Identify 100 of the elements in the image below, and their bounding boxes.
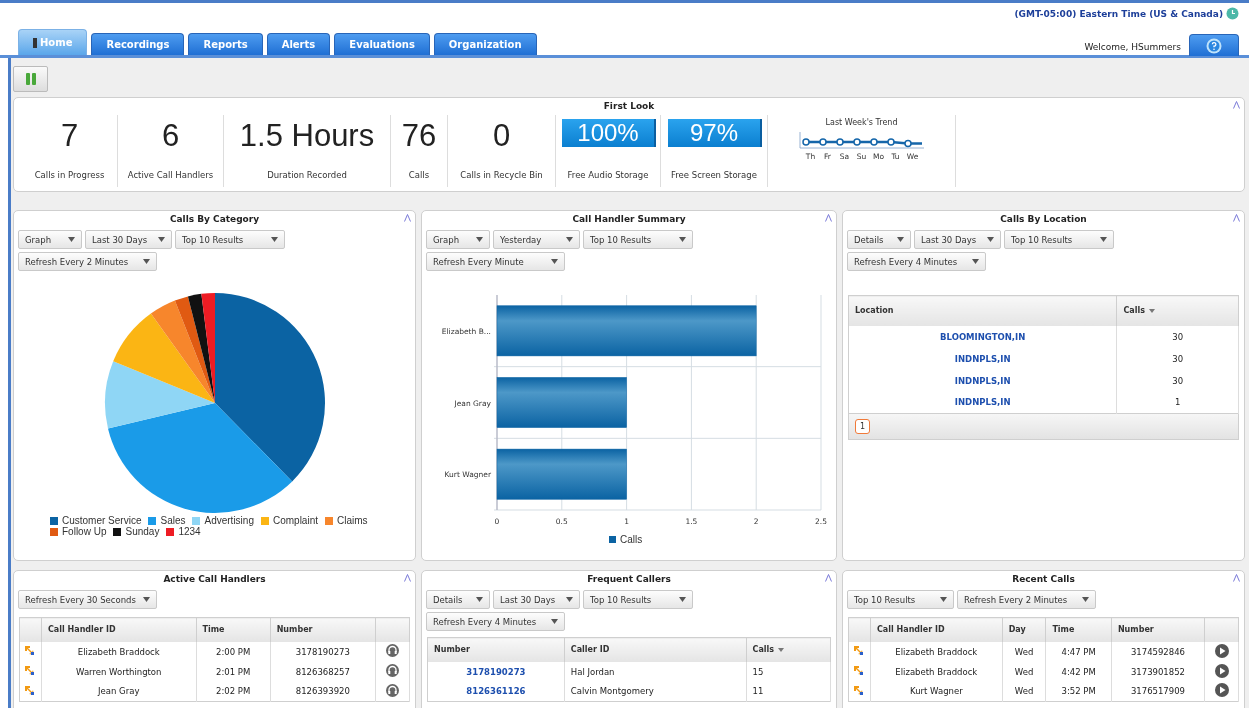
nav-tab[interactable]: Evaluations: [334, 33, 430, 55]
table-cell: 3173901852: [1111, 661, 1205, 682]
filter-dropdown[interactable]: Top 10 Results: [583, 230, 693, 249]
panel-title: Calls By Category: [168, 213, 261, 226]
arrow-icon: [853, 684, 864, 696]
table-link[interactable]: INDNPLS,IN: [848, 347, 1117, 370]
stat-value: 76: [401, 118, 437, 154]
panel-title: Recent Calls: [1011, 573, 1076, 586]
sort-icon: [778, 648, 785, 653]
table-cell: 3:52 PM: [1045, 681, 1112, 702]
column-header[interactable]: Caller ID: [564, 637, 747, 662]
play-icon[interactable]: [1214, 683, 1229, 698]
stat-value: 7: [60, 118, 79, 154]
column-header[interactable]: Calls: [1116, 295, 1239, 326]
play-icon[interactable]: [1214, 663, 1229, 678]
table-cell: Wed: [1002, 641, 1046, 662]
caret-icon: [1082, 597, 1089, 602]
column-header[interactable]: Location: [848, 295, 1117, 326]
headset-icon[interactable]: [386, 644, 399, 657]
table-cell: 30: [1116, 369, 1239, 392]
filter-dropdown[interactable]: Refresh Every 2 Minutes: [957, 590, 1096, 609]
table-cell: 30: [1116, 347, 1239, 370]
filter-dropdown[interactable]: Top 10 Results: [583, 590, 693, 609]
panel-title: Call Handler Summary: [571, 213, 687, 226]
column-header[interactable]: Time: [1045, 617, 1112, 642]
panel-title: Calls By Location: [999, 213, 1088, 226]
filter-dropdown[interactable]: Refresh Every 4 Minutes: [426, 612, 565, 631]
help-button[interactable]: [1189, 34, 1239, 56]
table-link[interactable]: INDNPLS,IN: [848, 391, 1117, 414]
caret-icon: [940, 597, 947, 602]
collapse-icon[interactable]: [825, 574, 832, 582]
trend-title: Last Week's Trend: [825, 118, 898, 127]
caret-icon: [566, 597, 573, 602]
nav-tab[interactable]: Reports: [188, 33, 263, 55]
pause-button[interactable]: [13, 66, 48, 92]
filter-dropdown[interactable]: Last 30 Days: [914, 230, 1001, 249]
filter-dropdown[interactable]: Top 10 Results: [1004, 230, 1114, 249]
nav-tab[interactable]: Organization: [433, 33, 537, 55]
nav-tab[interactable]: Recordings: [91, 33, 185, 55]
pause-icon: [25, 73, 36, 85]
caret-icon: [679, 237, 686, 242]
sort-icon: [1148, 309, 1155, 314]
caret-icon: [143, 597, 150, 602]
filter-dropdown[interactable]: Refresh Every 4 Minutes: [847, 252, 986, 271]
play-icon[interactable]: [1214, 643, 1229, 658]
table-link[interactable]: INDNPLS,IN: [848, 369, 1117, 392]
table-cell: 3176517909: [1111, 681, 1205, 702]
filter-dropdown[interactable]: Details: [847, 230, 911, 249]
stat-label: Calls in Progress: [34, 170, 105, 180]
arrow-icon: [853, 665, 864, 676]
page-button[interactable]: 1: [855, 419, 871, 434]
collapse-icon[interactable]: [404, 214, 411, 222]
filter-dropdown[interactable]: Graph: [426, 230, 490, 249]
column-header[interactable]: Day: [1002, 617, 1046, 642]
filter-dropdown[interactable]: Refresh Every 2 Minutes: [18, 252, 157, 271]
legend-item: Follow Up: [50, 526, 107, 537]
filter-dropdown[interactable]: Yesterday: [493, 230, 580, 249]
column-header[interactable]: Number: [270, 617, 376, 642]
collapse-icon[interactable]: [1233, 214, 1240, 222]
headset-icon[interactable]: [386, 683, 399, 697]
column-header[interactable]: Call Handler ID: [41, 617, 196, 642]
table-cell: Elizabeth Braddock: [41, 641, 196, 662]
table-link[interactable]: BLOOMINGTON,IN: [848, 325, 1117, 348]
collapse-icon[interactable]: [1233, 574, 1240, 582]
headset-icon[interactable]: [386, 664, 399, 677]
timezone-link[interactable]: (GMT-05:00) Eastern Time (US & Canada): [1014, 8, 1223, 19]
filter-dropdown[interactable]: Graph: [18, 230, 82, 249]
table-cell: 2:01 PM: [196, 661, 271, 682]
panel-title: Frequent Callers: [586, 573, 672, 586]
collapse-icon[interactable]: [404, 574, 411, 582]
nav-tab[interactable]: Alerts: [266, 33, 331, 55]
caret-icon: [1100, 237, 1107, 242]
filter-dropdown[interactable]: Last 30 Days: [493, 590, 580, 609]
stat-value: 0: [492, 118, 511, 154]
stat-label: Calls in Recycle Bin: [460, 170, 543, 180]
table-cell: 1: [1116, 391, 1239, 414]
caret-icon: [476, 597, 483, 602]
caret-icon: [158, 237, 165, 242]
legend-item: Claims: [325, 515, 368, 526]
stat-value: 6: [161, 118, 180, 154]
column-header[interactable]: Time: [196, 617, 271, 642]
filter-dropdown[interactable]: Top 10 Results: [175, 230, 285, 249]
filter-dropdown[interactable]: Details: [426, 590, 490, 609]
table-cell: 30: [1116, 325, 1239, 348]
column-header[interactable]: Call Handler ID: [870, 617, 1003, 642]
filter-dropdown[interactable]: Last 30 Days: [85, 230, 172, 249]
column-header[interactable]: Number: [1111, 617, 1205, 642]
table-link[interactable]: 3178190273: [427, 661, 565, 682]
filter-dropdown[interactable]: Refresh Every Minute: [426, 252, 565, 271]
table-link[interactable]: 8126361126: [427, 681, 565, 702]
filter-dropdown[interactable]: Refresh Every 30 Seconds: [18, 590, 157, 609]
caret-icon: [143, 259, 150, 264]
filter-dropdown[interactable]: Top 10 Results: [847, 590, 954, 609]
collapse-icon[interactable]: [825, 214, 832, 222]
caret-icon: [566, 237, 573, 242]
column-header[interactable]: Calls: [746, 637, 831, 662]
collapse-icon[interactable]: [1233, 101, 1240, 109]
storage-value: 97%: [668, 119, 760, 147]
column-header[interactable]: Number: [427, 637, 565, 662]
table-cell: 4:47 PM: [1045, 641, 1112, 662]
